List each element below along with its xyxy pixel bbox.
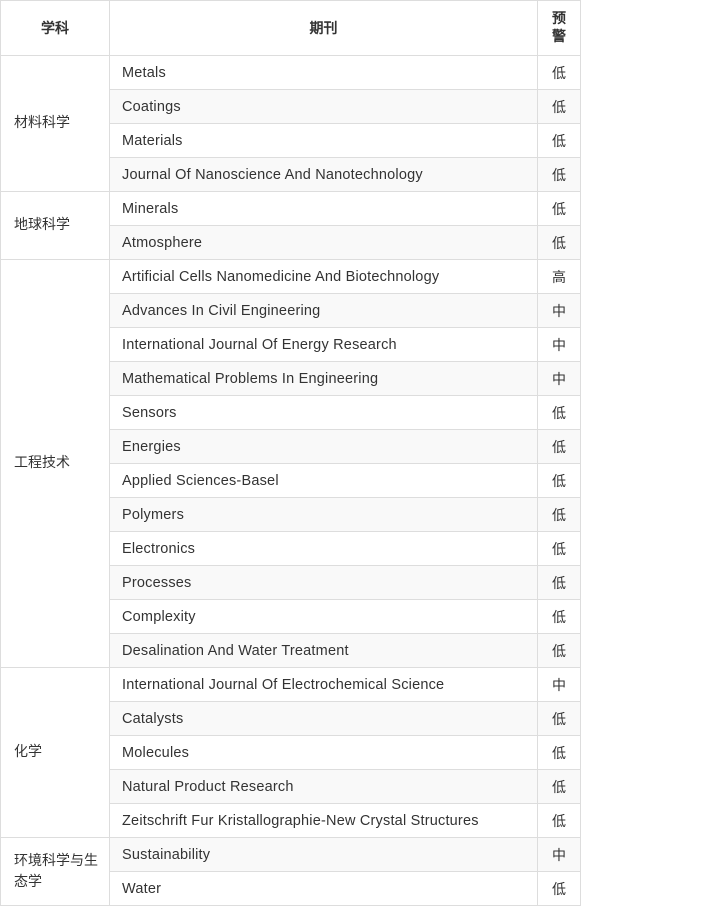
warning-level-cell: 中 — [537, 361, 581, 396]
journal-cell: Sensors — [109, 395, 538, 430]
warning-level-cell: 低 — [537, 89, 581, 124]
warning-level-cell: 低 — [537, 497, 581, 532]
journal-cell: International Journal Of Electrochemical… — [109, 667, 538, 702]
journal-cell: Molecules — [109, 735, 538, 770]
journal-cell: Energies — [109, 429, 538, 464]
header-row: 学科 期刊 预警 — [0, 0, 581, 56]
subject-cell: 环境科学与生态学 — [0, 837, 110, 906]
warning-level-cell: 低 — [537, 191, 581, 226]
journal-cell: Catalysts — [109, 701, 538, 736]
journal-cell: Zeitschrift Fur Kristallographie-New Cry… — [109, 803, 538, 838]
journal-cell: Artificial Cells Nanomedicine And Biotec… — [109, 259, 538, 294]
table-row: 工程技术 Artificial Cells Nanomedicine And Bi… — [0, 259, 581, 668]
warning-level-cell: 低 — [537, 735, 581, 770]
table-row: 环境科学与生态学 Sustainability 中 — [0, 837, 581, 906]
table-row: 化学 International Journal Of Electrochemic… — [0, 667, 581, 838]
warning-level-cell: 低 — [537, 225, 581, 260]
journal-cell: International Journal Of Energy Research — [109, 327, 538, 362]
journal-cell: Desalination And Water Treatment — [109, 633, 538, 668]
journal-cell: Minerals — [109, 191, 538, 226]
warning-level-cell: 中 — [537, 293, 581, 328]
journal-cell: Natural Product Research — [109, 769, 538, 804]
warning-level-cell: 低 — [537, 871, 581, 906]
journal-cell: Processes — [109, 565, 538, 600]
table-body: 材料科学 Metals 低 Coatings 低 Materials 低 Journal Of… — [0, 55, 581, 906]
warning-level-cell: 低 — [537, 463, 581, 498]
warning-level-cell: 中 — [537, 327, 581, 362]
warning-level-cell: 中 — [537, 667, 581, 702]
journal-cell: Metals — [109, 55, 538, 90]
warning-level-cell: 低 — [537, 599, 581, 634]
warning-level-cell: 低 — [537, 803, 581, 838]
journal-cell: Applied Sciences-Basel — [109, 463, 538, 498]
journal-cell: Mathematical Problems In Engineering — [109, 361, 538, 396]
journal-warning-table: 学科 期刊 预警 材料科学 Metals 低 Coatings 低 Materials 低 J… — [0, 0, 581, 906]
table-row: 地球科学 Minerals 低 — [0, 191, 581, 260]
subject-cell: 工程技术 — [0, 259, 110, 668]
subject-cell: 化学 — [0, 667, 110, 838]
warning-level-cell: 低 — [537, 769, 581, 804]
warning-level-cell: 中 — [537, 837, 581, 872]
journal-cell: Advances In Civil Engineering — [109, 293, 538, 328]
warning-level-cell: 低 — [537, 123, 581, 158]
subject-cell: 材料科学 — [0, 55, 110, 192]
header-subject: 学科 — [0, 0, 110, 56]
journal-cell: Electronics — [109, 531, 538, 566]
journal-cell: Sustainability — [109, 837, 538, 872]
warning-level-cell: 低 — [537, 531, 581, 566]
journal-cell: Water — [109, 871, 538, 906]
journal-cell: Journal Of Nanoscience And Nanotechnolog… — [109, 157, 538, 192]
warning-level-cell: 低 — [537, 157, 581, 192]
warning-level-cell: 低 — [537, 395, 581, 430]
warning-level-cell: 高 — [537, 259, 581, 294]
header-warning: 预警 — [537, 0, 581, 56]
journal-cell: Atmosphere — [109, 225, 538, 260]
journal-cell: Complexity — [109, 599, 538, 634]
warning-level-cell: 低 — [537, 701, 581, 736]
warning-level-cell: 低 — [537, 429, 581, 464]
table-row: 材料科学 Metals 低 — [0, 55, 581, 192]
journal-cell: Polymers — [109, 497, 538, 532]
warning-level-cell: 低 — [537, 565, 581, 600]
warning-level-cell: 低 — [537, 55, 581, 90]
journal-cell: Materials — [109, 123, 538, 158]
table-header: 学科 期刊 预警 — [0, 0, 581, 56]
warning-level-cell: 低 — [537, 633, 581, 668]
subject-cell: 地球科学 — [0, 191, 110, 260]
journal-cell: Coatings — [109, 89, 538, 124]
header-journal: 期刊 — [109, 0, 538, 56]
